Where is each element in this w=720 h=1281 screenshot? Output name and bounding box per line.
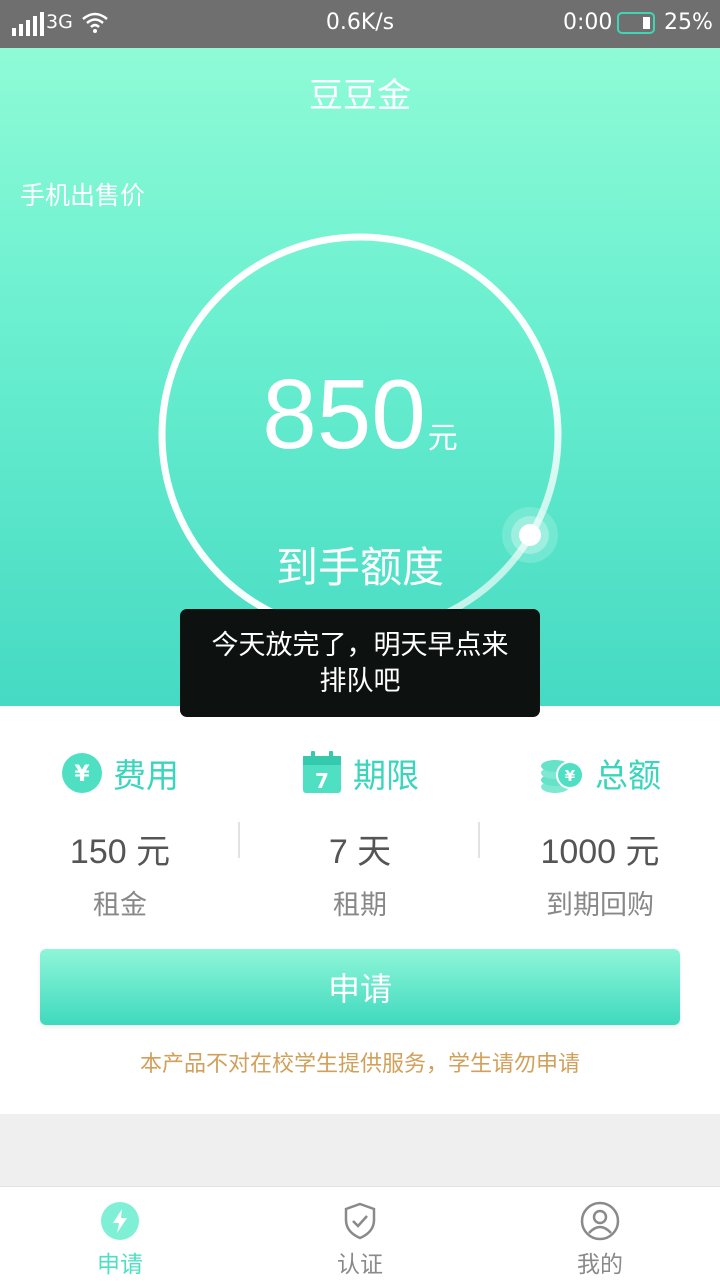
bottom-tab-bar: 申请 认证 我的 [0, 1186, 720, 1281]
status-bar: 3G 0.6K/s 0:00 25% [0, 0, 720, 48]
hero-panel: 豆豆金 手机出售价 850元 到手额度 [0, 48, 720, 706]
tab-verify[interactable]: 认证 [240, 1187, 480, 1281]
shield-check-icon [344, 1202, 376, 1240]
calendar-icon: 7 [303, 751, 341, 793]
student-notice: 本产品不对在校学生提供服务，学生请勿申请 [139, 1052, 580, 1077]
user-icon [580, 1201, 620, 1241]
clock: 0:00 [563, 10, 613, 35]
amount-label: 到手额度 [275, 543, 444, 592]
svg-text:¥: ¥ [74, 762, 90, 787]
yen-icon: ¥ [62, 753, 102, 793]
tab-apply[interactable]: 申请 [0, 1187, 240, 1281]
metric-term: 7 期限 7 天 租期 [240, 750, 480, 922]
metric-fee-title: 费用 [113, 756, 179, 795]
amount-display: 850元 [0, 358, 720, 471]
battery-percent: 25% [664, 10, 713, 35]
metric-total-sub: 到期回购 [546, 890, 654, 921]
amount-unit: 元 [427, 421, 458, 456]
phone-price-label[interactable]: 手机出售价 [20, 176, 145, 212]
metric-total-title: 总额 [595, 756, 661, 795]
metric-total-value: 1000 元 [540, 833, 660, 871]
apply-button[interactable]: 申请 [40, 949, 680, 1025]
svg-text:7: 7 [315, 769, 329, 793]
metric-term-title: 期限 [353, 756, 419, 795]
svg-text:¥: ¥ [565, 767, 576, 785]
tab-profile[interactable]: 我的 [480, 1187, 720, 1281]
metric-fee-sub: 租金 [93, 890, 147, 921]
metric-term-value: 7 天 [328, 833, 392, 871]
metric-term-sub: 租期 [333, 890, 387, 921]
metric-total: ¥ 总额 1000 元 到期回购 [480, 750, 720, 922]
toast-message: 今天放完了，明天早点来 排队吧 [180, 609, 540, 717]
lightning-icon [101, 1202, 139, 1240]
metric-fee-value: 150 元 [69, 833, 171, 871]
metric-fee: ¥ 费用 150 元 租金 [0, 750, 240, 922]
tab-profile-label: 我的 [577, 1252, 623, 1278]
battery-icon [617, 12, 655, 34]
info-card: ¥ 费用 150 元 租金 7 期限 7 天 租期 ¥ 总额 1000 元 到期… [0, 706, 720, 1114]
toast-line: 今天放完了，明天早点来 [211, 630, 509, 661]
tab-verify-label: 认证 [337, 1252, 383, 1278]
tab-apply-label: 申请 [97, 1252, 143, 1278]
toast-line: 排队吧 [319, 666, 401, 697]
coins-icon: ¥ [541, 760, 584, 793]
amount-value: 850 [262, 359, 426, 469]
page-title: 豆豆金 [309, 76, 411, 116]
